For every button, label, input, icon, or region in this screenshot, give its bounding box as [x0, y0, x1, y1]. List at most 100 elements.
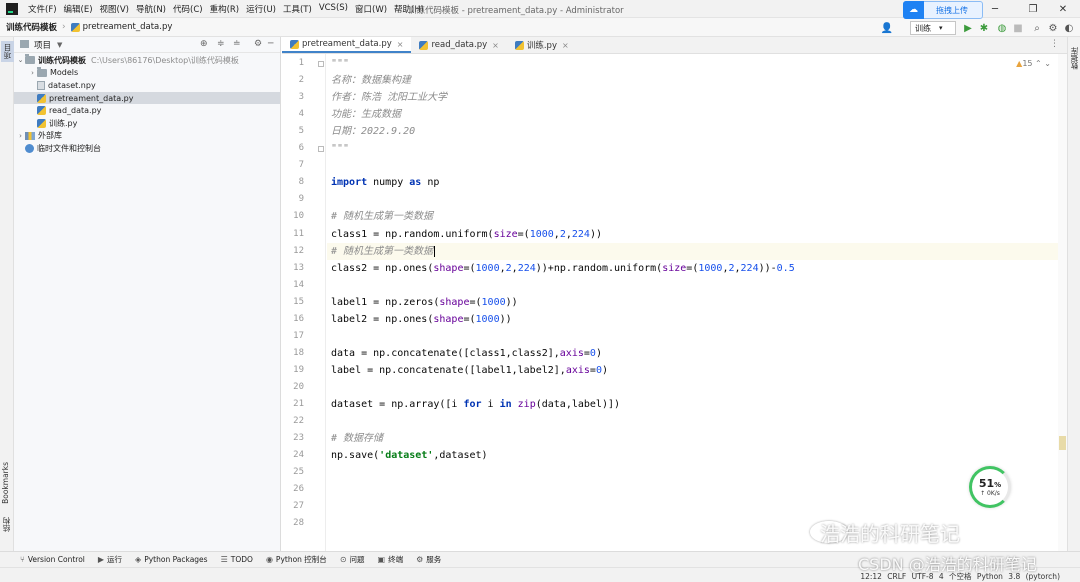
run-config-select[interactable]: 训练 ▾	[910, 21, 956, 35]
menu-item[interactable]: 运行(U)	[246, 3, 276, 15]
line-number: 11	[293, 228, 304, 239]
chevron-down-icon[interactable]: ⌄	[16, 56, 25, 64]
tool-window-button[interactable]: ☰ TODO	[221, 555, 253, 564]
restore-button[interactable]: ❐	[1016, 0, 1050, 18]
chevron-up-icon[interactable]: ⌃	[1035, 59, 1042, 68]
code-line[interactable]: import numpy as np	[331, 174, 439, 191]
tree-item[interactable]: 临时文件和控制台	[14, 142, 280, 155]
run-config-label: 训练	[915, 23, 931, 33]
menu-item[interactable]: 重构(R)	[210, 3, 240, 15]
editor-tab[interactable]: read_data.py ×	[411, 37, 506, 53]
code-line[interactable]: label = np.concatenate([label1,label2],a…	[331, 362, 608, 379]
database-tool-tab[interactable]: 数据库	[1069, 47, 1080, 70]
editor-tab[interactable]: pretreament_data.py ×	[282, 37, 412, 53]
menu-item[interactable]: 文件(F)	[28, 3, 57, 15]
menu-item[interactable]: VCS(S)	[319, 3, 348, 15]
tree-item[interactable]: › 外部库	[14, 130, 280, 143]
editor-scrollbar[interactable]	[1058, 54, 1067, 551]
bookmarks-tool-tab[interactable]: Bookmarks	[1, 462, 10, 504]
chevron-down-icon: ▾	[939, 24, 943, 32]
close-icon[interactable]: ×	[397, 40, 404, 49]
minimize-button[interactable]: ─	[978, 0, 1012, 18]
close-icon[interactable]: ×	[492, 41, 499, 50]
line-number: 18	[293, 347, 304, 358]
debug-icon[interactable]: ✱	[977, 20, 991, 36]
code-line[interactable]: """	[331, 55, 349, 72]
code-line[interactable]: """	[331, 140, 349, 157]
ide-features-icon[interactable]: ◐	[1062, 20, 1076, 36]
search-icon[interactable]: ⌕	[1030, 20, 1044, 36]
code-line[interactable]: 作者：陈浩 沈阳工业大学	[331, 89, 447, 106]
menu-item[interactable]: 代码(C)	[173, 3, 203, 15]
tool-window-button[interactable]: ◉ Python 控制台	[266, 554, 327, 565]
collapse-all-icon[interactable]: ≐	[233, 39, 241, 49]
line-number: 23	[293, 433, 304, 444]
tool-window-button[interactable]: ▶ 运行	[98, 554, 122, 565]
menu-item[interactable]: 导航(N)	[136, 3, 166, 15]
line-number: 2	[298, 75, 304, 86]
tree-item[interactable]: read_data.py	[14, 104, 280, 117]
tool-window-button[interactable]: ⊙ 问题	[340, 554, 365, 565]
menu-item[interactable]: 视图(V)	[100, 3, 129, 15]
code-line[interactable]: 名称：数据集构建	[331, 72, 411, 89]
tool-window-button[interactable]: ⚙ 服务	[416, 554, 441, 565]
code-line[interactable]: label2 = np.ones(shape=(1000))	[331, 311, 512, 328]
fold-marker-icon[interactable]	[318, 146, 324, 153]
locate-icon[interactable]: ⊕	[200, 39, 208, 49]
close-icon[interactable]: ×	[562, 41, 569, 50]
code-token: 0.5	[776, 262, 795, 274]
run-icon[interactable]: ▶	[961, 20, 975, 36]
code-line[interactable]: # 随机生成第一类数据	[331, 208, 433, 225]
chevron-down-icon[interactable]: ▼	[57, 41, 62, 49]
settings-icon[interactable]: ⚙	[1046, 20, 1060, 36]
line-number: 15	[293, 296, 304, 307]
code-token: zip	[517, 399, 536, 410]
close-button[interactable]: ✕	[1046, 0, 1080, 18]
chevron-right-icon[interactable]: ›	[28, 69, 37, 77]
menu-item[interactable]: 窗口(W)	[355, 3, 387, 15]
code-line[interactable]: label1 = np.zeros(shape=(1000))	[331, 294, 518, 311]
code-line[interactable]: dataset = np.array([i for i in zip(data,…	[331, 396, 620, 413]
tree-item[interactable]: 训练.py	[14, 117, 280, 130]
code-token: 224	[740, 262, 759, 274]
code-token: (data,label)])	[535, 399, 621, 410]
scrollbar-marker[interactable]	[1059, 436, 1066, 450]
inspection-widget[interactable]: ▲15 ⌃ ⌄	[1016, 59, 1051, 68]
code-line[interactable]: class1 = np.random.uniform(size=(1000,2,…	[331, 226, 602, 243]
user-icon[interactable]: 👤	[880, 20, 894, 36]
code-line[interactable]: # 数据存储	[331, 430, 383, 447]
editor-tab[interactable]: 训练.py ×	[507, 37, 577, 53]
line-number: 27	[293, 501, 304, 512]
chevron-down-icon[interactable]: ⌄	[1044, 59, 1051, 68]
tool-window-button[interactable]: ▣ 终端	[378, 554, 404, 565]
project-tool-tab[interactable]: 项目	[1, 41, 14, 62]
project-panel-title[interactable]: 项目	[34, 39, 51, 51]
code-line[interactable]: 功能：生成数据	[331, 106, 401, 123]
coverage-icon[interactable]: ◍	[995, 20, 1009, 36]
code-line[interactable]: 日期：2022.9.20	[331, 123, 415, 140]
tree-item[interactable]: dataset.npy	[14, 79, 280, 92]
code-token: numpy	[367, 177, 410, 189]
tool-window-button[interactable]: ◈ Python Packages	[135, 555, 208, 564]
code-line[interactable]: class2 = np.ones(shape=(1000,2,224))+np.…	[331, 260, 795, 277]
tool-window-button[interactable]: ⑂ Version Control	[20, 555, 85, 564]
menu-item[interactable]: 编辑(E)	[64, 3, 93, 15]
breadcrumb-file[interactable]: pretreament_data.py	[83, 22, 173, 32]
upload-button-label: 拖拽上传	[936, 5, 968, 15]
expand-all-icon[interactable]: ≑	[217, 39, 225, 49]
more-tabs-icon[interactable]: ⋮	[1050, 39, 1059, 49]
chevron-right-icon[interactable]: ›	[16, 132, 25, 140]
stop-icon[interactable]: ■	[1011, 20, 1025, 36]
code-line[interactable]: data = np.concatenate([class1,class2],ax…	[331, 345, 602, 362]
fold-marker-icon[interactable]	[318, 61, 324, 67]
code-line[interactable]: np.save('dataset',dataset)	[331, 447, 488, 464]
gear-icon[interactable]: ⚙	[254, 39, 262, 49]
menu-item[interactable]: 工具(T)	[283, 3, 312, 15]
tree-item[interactable]: ⌄ 训练代码模板 C:\Users\86176\Desktop\训练代码模板	[14, 54, 280, 67]
hide-panel-icon[interactable]: ─	[268, 39, 273, 49]
code-line[interactable]: # 随机生成第一类数据	[327, 242, 1067, 260]
breadcrumb-project[interactable]: 训练代码模板	[6, 21, 57, 33]
tree-item[interactable]: › Models	[14, 66, 280, 80]
tree-item[interactable]: pretreament_data.py	[14, 91, 280, 105]
structure-tool-tab[interactable]: 结构	[1, 517, 12, 532]
